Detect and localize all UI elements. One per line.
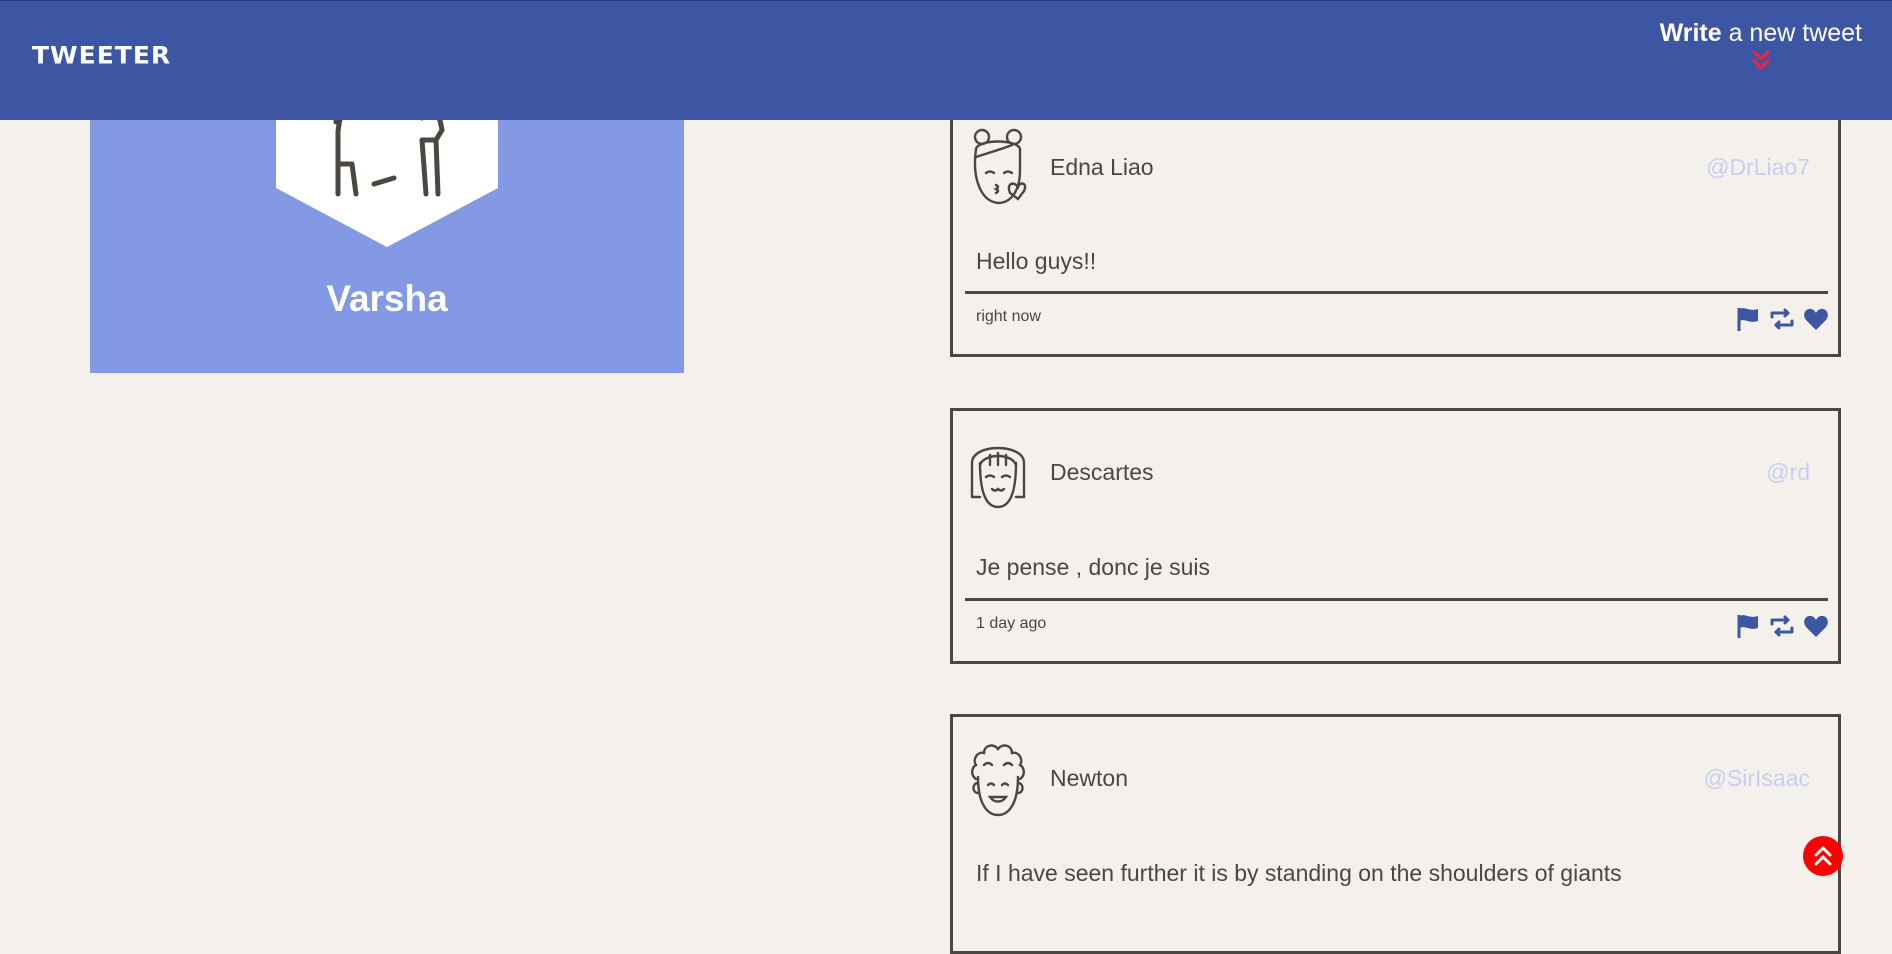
tweet-content: Je pense , donc je suis xyxy=(976,554,1210,580)
girl-kiss-avatar-icon xyxy=(973,128,1027,205)
tweet-author-name: Descartes xyxy=(1050,459,1154,485)
tweet-content: If I have seen further it is by standing… xyxy=(976,860,1622,886)
tweet-content: Hello guys!! xyxy=(976,248,1097,274)
tweet-timestamp: right now xyxy=(976,308,1041,325)
tweet-card: Edna Liao @DrLiao7 Hello guys!! right no… xyxy=(950,112,1841,357)
flag-icon[interactable] xyxy=(1735,613,1761,639)
tweet-author-name: Newton xyxy=(1050,765,1128,791)
compose-label-bold: Write xyxy=(1659,19,1722,47)
heart-icon[interactable] xyxy=(1803,306,1829,332)
tweet-author-handle[interactable]: @SirIsaac xyxy=(1704,765,1810,792)
double-chevron-up-icon xyxy=(1814,846,1832,866)
compose-label-rest: a new tweet xyxy=(1721,19,1862,47)
flag-icon[interactable] xyxy=(1735,306,1761,332)
heart-icon[interactable] xyxy=(1803,613,1829,639)
tweet-actions xyxy=(1735,306,1829,332)
tweet-card: Descartes @rd Je pense , donc je suis 1 … xyxy=(950,408,1841,664)
retweet-icon[interactable] xyxy=(1769,613,1795,639)
double-chevron-down-icon xyxy=(1752,50,1770,70)
tweet-divider xyxy=(965,291,1828,294)
top-navbar: TWEETER Write a new tweet xyxy=(0,0,1892,120)
tweet-divider xyxy=(965,598,1828,601)
tweet-author-name: Edna Liao xyxy=(1050,154,1154,180)
curly-hair-avatar-icon xyxy=(971,744,1025,817)
tweet-timestamp: 1 day ago xyxy=(976,615,1047,632)
retweet-icon[interactable] xyxy=(1769,306,1795,332)
tweet-author-handle[interactable]: @DrLiao7 xyxy=(1706,154,1810,181)
bangs-girl-avatar-icon xyxy=(970,446,1026,509)
tweet-actions xyxy=(1735,613,1829,639)
tweet-author-handle[interactable]: @rd xyxy=(1766,459,1810,486)
tweet-card: Newton @SirIsaac If I have seen further … xyxy=(950,714,1841,954)
write-new-tweet-button[interactable]: Write a new tweet xyxy=(1660,19,1862,72)
scroll-to-top-button[interactable] xyxy=(1803,836,1843,876)
profile-name: Varsha xyxy=(326,278,448,319)
brand-logo[interactable]: TWEETER xyxy=(32,42,171,70)
